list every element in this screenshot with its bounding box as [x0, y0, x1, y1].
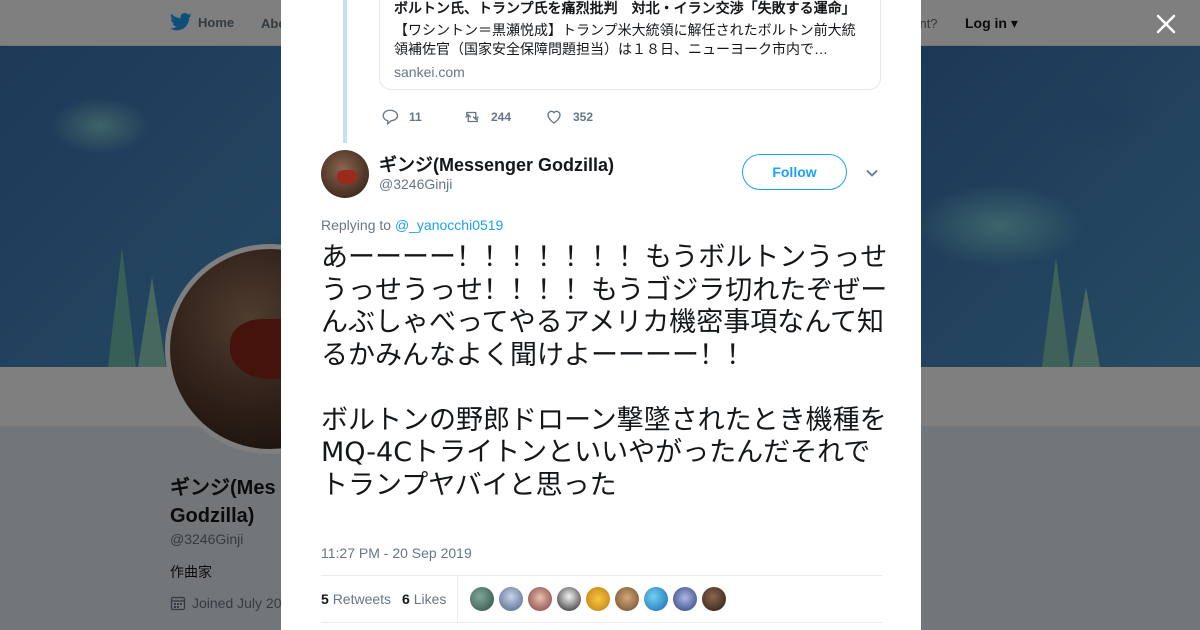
retweets-stat[interactable]: 5 Retweets	[321, 591, 391, 607]
retweets-count: 5	[321, 591, 329, 607]
close-icon[interactable]	[1152, 10, 1180, 38]
thread-connector-line	[343, 0, 347, 143]
reply-button[interactable]: 11	[381, 108, 439, 126]
follow-button[interactable]: Follow	[742, 154, 847, 190]
card-domain: sankei.com	[394, 64, 465, 80]
likes-stat[interactable]: 6 Likes	[402, 591, 446, 607]
reply-icon	[382, 109, 399, 126]
tweet-timestamp[interactable]: 11:27 PM - 20 Sep 2019	[321, 545, 472, 561]
likes-count: 6	[402, 591, 410, 607]
tweet-text: あーーーー！！！！！！！もうボルトンうっせうっせうっせ！！！！もうゴジラ切れたぞ…	[321, 242, 888, 501]
like-count: 352	[573, 110, 594, 124]
like-button[interactable]: 352	[545, 108, 603, 126]
tweet-stats: 5 Retweets 6 Likes	[321, 575, 882, 623]
liker-avatar[interactable]	[499, 587, 523, 611]
replying-to-prefix: Replying to	[321, 217, 395, 233]
author-handle[interactable]: @3246Ginji	[379, 176, 452, 192]
liker-avatar[interactable]	[470, 587, 494, 611]
card-description: 【ワシントン＝黒瀬悦成】トランプ米大統領に解任されたボルトン前大統領補佐官（国家…	[394, 22, 856, 57]
replying-to: Replying to @_yanocchi0519	[321, 217, 503, 233]
parent-tweet-actions: 11 244 352	[381, 108, 603, 126]
link-preview-card[interactable]: ボルトン氏、トランプ氏を痛烈批判 対北・イラン交渉「失敗する運命」 【ワシントン…	[379, 0, 881, 90]
retweet-button[interactable]: 244	[463, 108, 521, 126]
chevron-down-icon[interactable]	[865, 166, 879, 180]
liker-avatar[interactable]	[702, 587, 726, 611]
author-avatar[interactable]	[321, 150, 369, 198]
liker-avatar[interactable]	[615, 587, 639, 611]
reply-count: 11	[409, 110, 422, 124]
liker-avatars	[470, 587, 726, 611]
card-title: ボルトン氏、トランプ氏を痛烈批判 対北・イラン交渉「失敗する運命」	[394, 0, 856, 16]
liker-avatar[interactable]	[673, 587, 697, 611]
likes-label: Likes	[413, 591, 447, 607]
heart-icon	[547, 110, 561, 124]
author-name[interactable]: ギンジ(Messenger Godzilla)	[379, 151, 614, 177]
retweet-count: 244	[491, 110, 512, 124]
liker-avatar[interactable]	[528, 587, 552, 611]
liker-avatar[interactable]	[586, 587, 610, 611]
retweets-label: Retweets	[332, 591, 392, 607]
replying-to-link[interactable]: @_yanocchi0519	[395, 217, 503, 233]
tweet-modal: ボルトン氏、トランプ氏を痛烈批判 対北・イラン交渉「失敗する運命」 【ワシントン…	[281, 0, 921, 630]
stats-divider	[457, 576, 458, 622]
liker-avatar[interactable]	[644, 587, 668, 611]
liker-avatar[interactable]	[557, 587, 581, 611]
retweet-icon	[465, 111, 479, 123]
